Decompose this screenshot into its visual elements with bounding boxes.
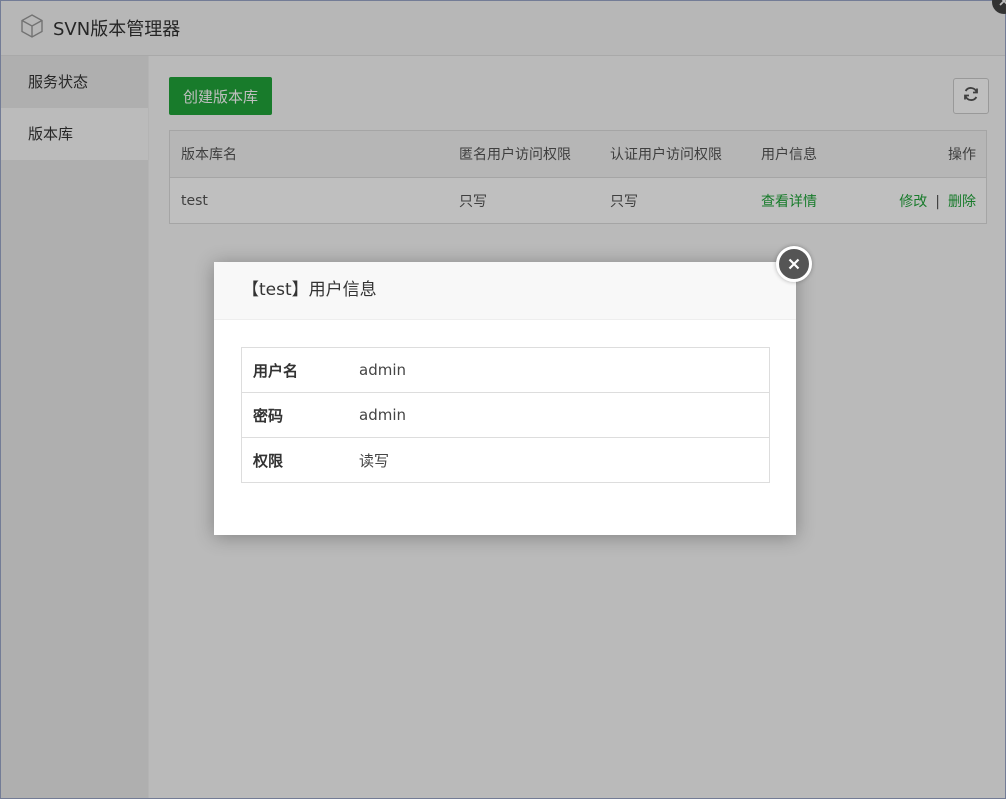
permission-value: 读写 [348,437,770,483]
password-value: admin [348,392,770,438]
permission-label: 权限 [241,437,348,483]
username-value: admin [348,347,770,393]
info-row-permission: 权限 读写 [241,437,770,483]
user-info-modal: 【test】用户信息 用户名 admin 密码 admin 权限 读写 [214,246,812,535]
password-label: 密码 [241,392,348,438]
modal-title: 【test】用户信息 [214,262,796,320]
close-icon [788,255,800,274]
username-label: 用户名 [241,347,348,393]
user-info-table: 用户名 admin 密码 admin 权限 读写 [241,347,770,483]
info-row-username: 用户名 admin [241,347,770,393]
info-row-password: 密码 admin [241,392,770,438]
modal-close-button[interactable] [776,246,812,282]
